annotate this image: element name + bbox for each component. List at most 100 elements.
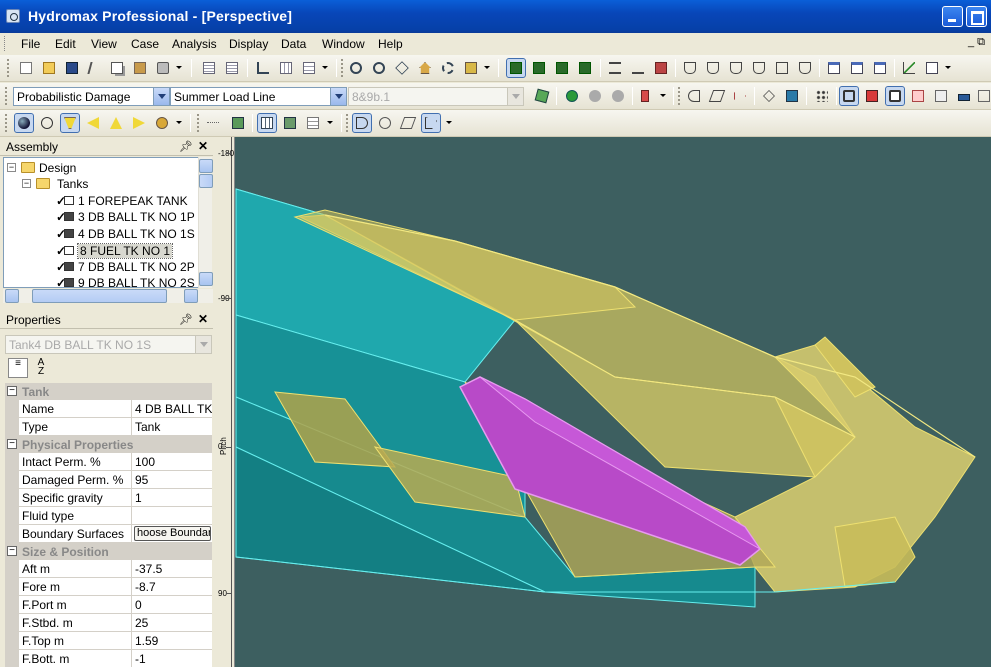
new-icon[interactable]: [17, 59, 35, 77]
points-icon[interactable]: [813, 87, 831, 105]
app-icon[interactable]: [6, 9, 20, 23]
category-size-position[interactable]: − Size & Position: [5, 543, 212, 560]
property-row[interactable]: F.Port m 0: [5, 596, 212, 614]
light-dropdown-icon[interactable]: [176, 121, 182, 124]
light-side-icon[interactable]: [130, 114, 148, 132]
graph-icon[interactable]: [900, 59, 918, 77]
view-plan-icon[interactable]: [530, 59, 548, 77]
weights-icon[interactable]: [606, 59, 624, 77]
property-value[interactable]: 4 DB BALL TK N: [131, 400, 212, 417]
criteria-dropdown-icon[interactable]: [660, 94, 666, 97]
menu-case[interactable]: Case: [131, 37, 159, 51]
room-icon[interactable]: [750, 59, 768, 77]
toolbar-grip-icon[interactable]: [5, 114, 8, 132]
menu-analysis[interactable]: Analysis: [172, 37, 217, 51]
columns-icon[interactable]: [277, 59, 295, 77]
tank-split-icon[interactable]: [773, 59, 791, 77]
balance-icon[interactable]: [629, 59, 647, 77]
fit-icon[interactable]: [462, 59, 480, 77]
close-icon[interactable]: ✕: [198, 312, 208, 326]
property-value[interactable]: -1: [131, 650, 212, 667]
scroll-left-icon[interactable]: [5, 289, 19, 303]
chevron-down-icon[interactable]: [507, 88, 523, 105]
property-row[interactable]: Damaged Perm. % 95: [5, 471, 212, 489]
light-icon[interactable]: [60, 113, 80, 133]
view-dropdown-icon[interactable]: [484, 66, 490, 69]
tree-vertical-scrollbar[interactable]: [198, 157, 213, 288]
light-direction-icon[interactable]: [84, 114, 102, 132]
solve-settings-icon[interactable]: [533, 87, 551, 105]
table-view-icon[interactable]: [257, 113, 277, 133]
hull-model[interactable]: [215, 137, 991, 667]
mdi-controls[interactable]: _ ⧉: [968, 36, 985, 49]
pin-icon[interactable]: 📌︎: [179, 313, 193, 326]
section-shape-icon[interactable]: [421, 113, 441, 133]
menu-window[interactable]: Window: [322, 37, 365, 51]
tree-horizontal-scrollbar[interactable]: [3, 289, 213, 303]
cut-icon[interactable]: [86, 59, 104, 77]
render-wireframe-icon[interactable]: [38, 114, 56, 132]
category-physical[interactable]: − Physical Properties: [5, 436, 212, 453]
choose-boundaries-button[interactable]: hoose Boundar: [131, 525, 212, 542]
property-row[interactable]: F.Bott. m -1: [5, 650, 212, 667]
checklist-icon[interactable]: [848, 59, 866, 77]
layer-icon[interactable]: [229, 114, 247, 132]
chevron-down-icon[interactable]: [195, 336, 211, 353]
hull-shade-icon[interactable]: [783, 87, 801, 105]
scroll-thumb[interactable]: [199, 174, 213, 188]
print-icon[interactable]: [154, 59, 172, 77]
tank-group-icon[interactable]: [796, 59, 814, 77]
toolbar-grip-icon[interactable]: [5, 87, 8, 105]
pause-analysis-icon[interactable]: [586, 87, 604, 105]
property-value[interactable]: -37.5: [131, 560, 212, 577]
scroll-right-icon[interactable]: [184, 289, 198, 303]
show-tanks-icon[interactable]: [839, 86, 859, 106]
scroll-up-icon[interactable]: [199, 159, 213, 173]
copy-icon[interactable]: [108, 59, 126, 77]
category-tank[interactable]: − Tank: [5, 383, 212, 400]
toolbar-grip-icon[interactable]: [341, 59, 344, 77]
hide-damaged-icon[interactable]: [863, 87, 881, 105]
assembly-tree[interactable]: − Design − Tanks ✓ 1 FOREPEAK TANK ✓ 3 D…: [3, 157, 199, 288]
home-icon[interactable]: [416, 59, 434, 77]
perspective-viewport[interactable]: [214, 137, 991, 667]
ship-icon[interactable]: [955, 87, 973, 105]
menu-file[interactable]: File: [21, 37, 40, 51]
compartment-icon[interactable]: [727, 59, 745, 77]
light-top-icon[interactable]: [107, 114, 125, 132]
minimize-button[interactable]: [942, 6, 963, 27]
rotate-icon[interactable]: [439, 59, 457, 77]
panel-icon[interactable]: [932, 87, 950, 105]
property-value[interactable]: 100: [131, 453, 212, 470]
property-row[interactable]: F.Top m 1.59: [5, 632, 212, 650]
report-dropdown-icon[interactable]: [945, 66, 951, 69]
property-row[interactable]: Fore m -8.7: [5, 578, 212, 596]
property-value[interactable]: [131, 507, 212, 524]
property-row[interactable]: Name 4 DB BALL TK N: [5, 400, 212, 418]
criteria-icon[interactable]: [638, 87, 656, 105]
menu-help[interactable]: Help: [378, 37, 403, 51]
shape-dropdown-icon[interactable]: [446, 121, 452, 124]
load-line-select[interactable]: Summer Load Line: [170, 87, 347, 106]
menu-edit[interactable]: Edit: [55, 37, 76, 51]
property-row[interactable]: Aft m -37.5: [5, 560, 212, 578]
view-perspective-icon[interactable]: [576, 59, 594, 77]
scroll-thumb[interactable]: [32, 289, 167, 303]
alphabetical-icon[interactable]: AZ: [31, 358, 51, 378]
menubar-grip-icon[interactable]: [4, 36, 7, 51]
chevron-down-icon[interactable]: [330, 88, 346, 105]
property-row[interactable]: F.Stbd. m 25: [5, 614, 212, 632]
weights-delete-icon[interactable]: [652, 59, 670, 77]
start-analysis-icon[interactable]: [563, 87, 581, 105]
hull-view-icon[interactable]: [760, 87, 778, 105]
property-row[interactable]: Specific gravity 1: [5, 489, 212, 507]
waterline-icon[interactable]: [708, 87, 726, 105]
property-row[interactable]: Boundary Surfaces hoose Boundar: [5, 525, 212, 543]
property-value[interactable]: Tank: [131, 418, 212, 435]
zoom-in-icon[interactable]: [347, 59, 365, 77]
chevron-down-icon[interactable]: [153, 88, 169, 105]
show-compartments-icon[interactable]: [885, 86, 905, 106]
rows-dropdown-icon[interactable]: [322, 66, 328, 69]
table-edit-icon[interactable]: [223, 59, 241, 77]
table-options-icon[interactable]: [281, 114, 299, 132]
